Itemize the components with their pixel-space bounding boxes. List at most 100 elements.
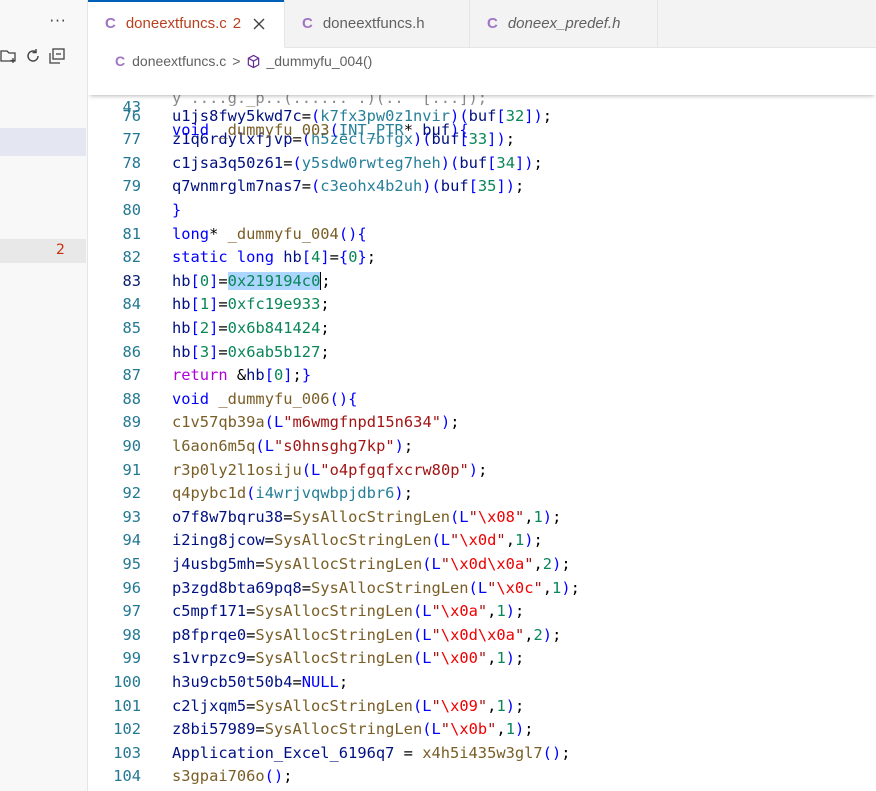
code-line[interactable]: 94 i2ing8jcow=SysAllocStringLen(L"\x0d",1…: [88, 529, 876, 553]
code-line[interactable]: 89 c1v57qb39a(L"m6wmgfnpd15n634");: [88, 411, 876, 435]
line-number: 95: [122, 554, 141, 573]
text-selection: 0x219194c0: [227, 271, 321, 290]
c-file-icon: C: [302, 15, 313, 32]
line-number: 101: [113, 696, 141, 715]
collapse-all-icon[interactable]: [48, 47, 66, 65]
code-line[interactable]: 88 void _dummyfu_006(){: [88, 388, 876, 412]
line-code: p8fprqe0=SysAllocStringLen(L"\x0d\x0a",2…: [172, 625, 562, 644]
code-line[interactable]: 97 c5mpf171=SysAllocStringLen(L"\x0a",1);: [88, 600, 876, 624]
explorer-sidebar: ··· 2: [0, 0, 88, 791]
line-number: 82: [122, 248, 141, 267]
code-line[interactable]: 98 p8fprqe0=SysAllocStringLen(L"\x0d\x0a"…: [88, 624, 876, 648]
code-line[interactable]: 104 s3gpai706o();: [88, 765, 876, 789]
code-line[interactable]: 87 return &hb[0];}: [88, 364, 876, 388]
code-line[interactable]: 100 h3u9cb50t50b4=NULL;: [88, 671, 876, 695]
tab-label: doneextfuncs.h: [322, 15, 425, 32]
line-code: q4pybc1d(i4wrjvqwbpjdbr6);: [172, 484, 413, 503]
code-line[interactable]: 96 p3zgd8bta69pq8=SysAllocStringLen(L"\x0…: [88, 577, 876, 601]
more-actions-button[interactable]: ···: [46, 10, 70, 32]
code-line[interactable]: 99 s1vrpzc9=SysAllocStringLen(L"\x00",1);: [88, 647, 876, 671]
line-number: 100: [113, 672, 141, 691]
tab-doneextfuncs-c[interactable]: C doneextfuncs.c 2: [88, 0, 285, 48]
line-number: 81: [122, 224, 141, 243]
line-number: 92: [122, 484, 141, 503]
line-code: hb[3]=0x6ab5b127;: [172, 342, 330, 361]
line-code: h3u9cb50t50b4=NULL;: [172, 672, 349, 691]
sticky-line-number: 43: [122, 97, 141, 116]
line-code: j4usbg5mh=SysAllocStringLen(L"\x0d\x0a",…: [172, 554, 571, 573]
line-code: l6aon6m5q(L"s0hnsghg7kp");: [172, 436, 414, 455]
line-code: hb[2]=0x6b841424;: [172, 318, 330, 337]
c-file-icon: C: [487, 15, 498, 32]
code-line[interactable]: 86 hb[3]=0x6ab5b127;: [88, 341, 876, 365]
code-line[interactable]: 90 l6aon6m5q(L"s0hnsghg7kp");: [88, 435, 876, 459]
line-number: 102: [113, 720, 141, 739]
breadcrumb: C doneextfuncs.c > _dummyfu_004(): [115, 49, 372, 73]
symbol-method-icon: [246, 54, 261, 69]
line-code: i2ing8jcow=SysAllocStringLen(L"\x0d",1);: [172, 531, 543, 550]
code-line[interactable]: 84 hb[1]=0xfc19e933;: [88, 293, 876, 317]
tab-label: doneextfuncs.c: [125, 15, 227, 32]
code-line[interactable]: 95 j4usbg5mh=SysAllocStringLen(L"\x0d\x0a…: [88, 553, 876, 577]
c-file-icon: C: [105, 15, 116, 32]
code-line[interactable]: 91 r3p0ly2l1osiju(L"o4pfgqfxcrw80p");: [88, 459, 876, 483]
code-line[interactable]: 93 o7f8w7bqru38=SysAllocStringLen(L"\x08"…: [88, 506, 876, 530]
line-number: 90: [122, 436, 141, 455]
line-code: c5mpf171=SysAllocStringLen(L"\x0a",1);: [172, 602, 525, 621]
chevron-right-icon: >: [232, 53, 241, 69]
close-icon[interactable]: [251, 16, 267, 32]
code-line[interactable]: 79 q7wnmrglm7nas7=(c3eohx4b2uh)(buf[35]);: [88, 175, 876, 199]
code-line[interactable]: 80}: [88, 199, 876, 223]
line-code: return &hb[0];}: [172, 366, 312, 385]
line-code: r3p0ly2l1osiju(L"o4pfgqfxcrw80p");: [172, 460, 488, 479]
explorer-file-row[interactable]: [0, 239, 86, 263]
refresh-icon[interactable]: [24, 47, 42, 65]
line-code: static long hb[4]={0};: [172, 248, 377, 267]
line-number: 97: [122, 602, 141, 621]
line-code: z8bi57989=SysAllocStringLen(L"\x0b",1);: [172, 720, 534, 739]
line-number: 93: [122, 507, 141, 526]
line-number: 83: [122, 271, 141, 290]
code-line[interactable]: 101 c2ljxqm5=SysAllocStringLen(L"\x09",1)…: [88, 695, 876, 719]
line-code: Application_Excel_6196q7 = x4h5i435w3gl7…: [172, 743, 571, 762]
line-number: 84: [122, 295, 141, 314]
code-line[interactable]: 83 hb[0]=0x219194c0;: [88, 270, 876, 294]
line-code: c1jsa3q50z61=(y5sdw0rwteg7heh)(buf[34]);: [172, 153, 543, 172]
line-code: long* _dummyfu_004(){: [172, 224, 367, 243]
code-line[interactable]: 92 q4pybc1d(i4wrjvqwbpjdbr6);: [88, 482, 876, 506]
explorer-actions: [0, 47, 66, 71]
explorer-selected-row[interactable]: [0, 128, 86, 156]
line-number: 86: [122, 342, 141, 361]
breadcrumb-symbol[interactable]: _dummyfu_004(): [266, 53, 372, 69]
tab-label: doneex_predef.h: [507, 15, 621, 32]
tab-problem-count: 2: [232, 15, 242, 32]
sticky-scroll-header[interactable]: 43 void _dummyfu_003(INT_PTR* buf){: [88, 72, 876, 139]
line-number: 85: [122, 318, 141, 337]
line-code: c2ljxqm5=SysAllocStringLen(L"\x09",1);: [172, 696, 525, 715]
code-line[interactable]: 102 z8bi57989=SysAllocStringLen(L"\x0b",1…: [88, 718, 876, 742]
problem-count-badge: 2: [56, 242, 65, 258]
line-number: 94: [122, 531, 141, 550]
code-line[interactable]: 78 c1jsa3q50z61=(y5sdw0rwteg7heh)(buf[34]…: [88, 152, 876, 176]
tab-doneextfuncs-h[interactable]: C doneextfuncs.h: [285, 0, 470, 47]
line-code: o7f8w7bqru38=SysAllocStringLen(L"\x08",1…: [172, 507, 562, 526]
line-number: 103: [113, 743, 141, 762]
line-number: 80: [122, 200, 141, 219]
tab-doneex-predef-h[interactable]: C doneex_predef.h: [470, 0, 658, 47]
code-line[interactable]: 82 static long hb[4]={0};: [88, 246, 876, 270]
new-folder-icon[interactable]: [0, 47, 18, 65]
code-line[interactable]: 103 Application_Excel_6196q7 = x4h5i435w3…: [88, 742, 876, 766]
line-code: p3zgd8bta69pq8=SysAllocStringLen(L"\x0c"…: [172, 578, 580, 597]
breadcrumb-file[interactable]: doneextfuncs.c: [132, 53, 226, 69]
code-line[interactable]: 81 long* _dummyfu_004(){: [88, 223, 876, 247]
line-number: 79: [122, 177, 141, 196]
line-code: void _dummyfu_006(){: [172, 389, 358, 408]
editor-tabs: C doneextfuncs.c 2 C doneextfuncs.h C do…: [88, 0, 876, 48]
line-number: 91: [122, 460, 141, 479]
code-line[interactable]: 85 hb[2]=0x6b841424;: [88, 317, 876, 341]
code-editor[interactable]: y ....g._p..(...... .)(.. [...]); 43 voi…: [88, 72, 876, 791]
line-number: 87: [122, 366, 141, 385]
line-code: hb[1]=0xfc19e933;: [172, 295, 330, 314]
line-number: 98: [122, 625, 141, 644]
line-code: q7wnmrglm7nas7=(c3eohx4b2uh)(buf[35]);: [172, 177, 525, 196]
